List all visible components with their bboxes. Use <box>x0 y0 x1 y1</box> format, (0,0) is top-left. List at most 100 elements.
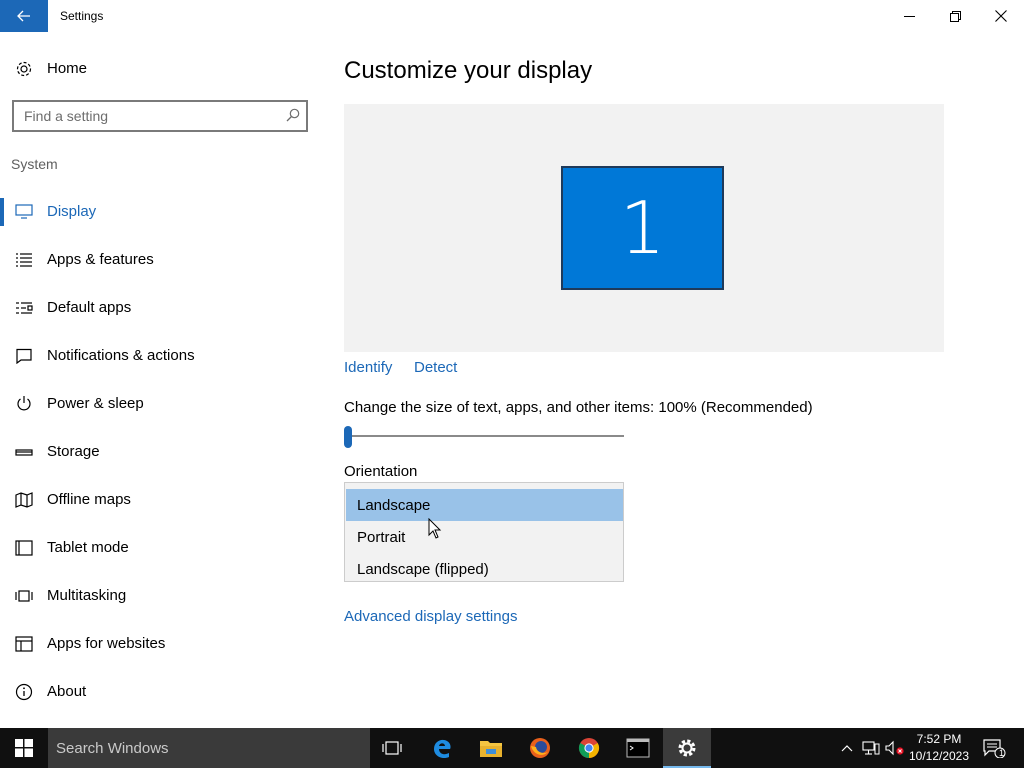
close-icon <box>995 10 1007 22</box>
settings-icon <box>678 739 696 757</box>
taskbar-firefox[interactable] <box>516 728 564 768</box>
chrome-icon <box>578 738 600 759</box>
slider-track[interactable] <box>348 435 624 437</box>
mouse-cursor-icon <box>428 518 442 539</box>
settings-window: Settings Home System <box>0 0 1024 768</box>
sidebar-item-multitasking[interactable]: Multitasking <box>0 576 320 616</box>
sidebar-item-notifications[interactable]: Notifications & actions <box>0 336 320 376</box>
scale-slider[interactable] <box>344 426 624 448</box>
clock-date: 10/12/2023 <box>908 749 970 763</box>
sidebar-item-offline-maps[interactable]: Offline maps <box>0 480 320 520</box>
sidebar-item-default-apps[interactable]: Default apps <box>0 288 320 328</box>
task-view-button[interactable] <box>368 728 416 768</box>
sidebar-item-label: Display <box>47 203 97 220</box>
sidebar-item-label: Power & sleep <box>47 395 144 412</box>
minimize-icon <box>903 15 915 17</box>
multitasking-icon <box>14 586 34 606</box>
list-icon <box>14 250 34 270</box>
sidebar-item-storage[interactable]: Storage <box>0 432 320 472</box>
window-title: Settings <box>60 9 104 23</box>
file-explorer-icon <box>480 741 502 757</box>
network-tray-button[interactable] <box>860 728 882 768</box>
firefox-icon <box>530 738 550 758</box>
restore-button[interactable] <box>932 0 978 32</box>
clock-time: 7:52 PM <box>916 732 962 746</box>
slider-thumb[interactable] <box>344 426 352 448</box>
terminal-icon <box>626 738 650 758</box>
network-icon <box>862 741 880 755</box>
orientation-option-portrait[interactable]: Portrait <box>346 521 623 553</box>
edge-icon <box>434 739 451 759</box>
sidebar-item-display[interactable]: Display <box>0 192 320 232</box>
volume-muted-icon <box>885 740 904 756</box>
sidebar-item-label: Apps for websites <box>47 635 166 652</box>
chevron-up-icon <box>841 745 853 752</box>
home-label: Home <box>47 60 88 77</box>
sidebar-item-label: Apps & features <box>47 251 154 268</box>
start-button[interactable] <box>0 728 48 768</box>
active-indicator <box>0 198 4 226</box>
title-bar: Settings <box>0 0 1024 32</box>
taskbar-file-explorer[interactable] <box>467 728 515 768</box>
monitor-number: 1 <box>619 186 666 270</box>
close-button[interactable] <box>978 0 1024 32</box>
back-arrow-icon <box>17 10 30 22</box>
action-center-button[interactable]: 1 <box>978 728 1010 768</box>
identify-link[interactable]: Identify <box>344 359 392 376</box>
info-icon <box>14 682 34 702</box>
monitor-tile[interactable]: 1 <box>561 166 724 290</box>
sidebar-item-label: Multitasking <box>47 587 127 604</box>
windows-logo-icon <box>15 739 33 757</box>
advanced-display-settings-link[interactable]: Advanced display settings <box>344 608 517 625</box>
map-icon <box>14 490 34 510</box>
gear-icon <box>14 59 34 79</box>
sidebar-item-label: Notifications & actions <box>47 347 195 364</box>
group-label-system: System <box>11 156 58 172</box>
scale-label: Change the size of text, apps, and other… <box>344 399 813 416</box>
sidebar-item-label: Storage <box>47 443 100 460</box>
sidebar-item-label: Default apps <box>47 299 132 316</box>
sidebar-item-apps-features[interactable]: Apps & features <box>0 240 320 280</box>
taskbar-settings[interactable] <box>663 728 711 768</box>
clock[interactable]: 7:52 PM 10/12/2023 <box>906 731 972 765</box>
taskbar-search-box[interactable]: Search Windows <box>48 728 370 768</box>
orientation-option-landscape[interactable]: Landscape <box>346 489 623 521</box>
sidebar-item-label: Offline maps <box>47 491 131 508</box>
search-icon[interactable] <box>286 108 300 127</box>
notification-icon <box>14 346 34 366</box>
taskbar-chrome[interactable] <box>565 728 613 768</box>
sidebar: Home System Display Apps & features <box>0 32 320 728</box>
apps-websites-icon <box>14 634 34 654</box>
notification-count-badge: 1 <box>999 748 1005 758</box>
default-apps-icon <box>14 298 34 318</box>
page-title: Customize your display <box>344 57 593 84</box>
minimize-button[interactable] <box>886 0 932 32</box>
detect-link[interactable]: Detect <box>414 359 457 376</box>
sidebar-item-tablet-mode[interactable]: Tablet mode <box>0 528 320 568</box>
show-hidden-icons-button[interactable] <box>836 728 858 768</box>
sidebar-item-apps-websites[interactable]: Apps for websites <box>0 624 320 664</box>
taskbar-edge[interactable] <box>418 728 466 768</box>
taskbar-search-text: Search Windows <box>56 740 169 757</box>
sidebar-item-label: About <box>47 683 87 700</box>
volume-tray-button[interactable] <box>884 728 906 768</box>
orientation-dropdown-list[interactable]: Landscape Portrait Landscape (flipped) <box>344 482 624 582</box>
search-input[interactable] <box>14 102 274 130</box>
power-icon <box>14 394 34 414</box>
sidebar-item-label: Tablet mode <box>47 539 129 556</box>
display-arrangement-area: 1 <box>344 104 944 352</box>
monitor-icon <box>14 202 34 222</box>
restore-icon <box>949 10 961 22</box>
search-box[interactable] <box>12 100 308 132</box>
orientation-option-landscape-flipped[interactable]: Landscape (flipped) <box>346 553 623 585</box>
back-button[interactable] <box>0 0 48 32</box>
sidebar-item-power-sleep[interactable]: Power & sleep <box>0 384 320 424</box>
sidebar-item-home[interactable]: Home <box>0 52 320 86</box>
orientation-label: Orientation <box>344 463 418 480</box>
task-view-icon <box>382 741 402 755</box>
taskbar: Search Windows 7:52 PM 10/12/2023 1 <box>0 728 1024 768</box>
storage-icon <box>14 442 34 462</box>
sidebar-item-about[interactable]: About <box>0 672 320 712</box>
taskbar-terminal[interactable] <box>614 728 662 768</box>
tablet-icon <box>14 538 34 558</box>
